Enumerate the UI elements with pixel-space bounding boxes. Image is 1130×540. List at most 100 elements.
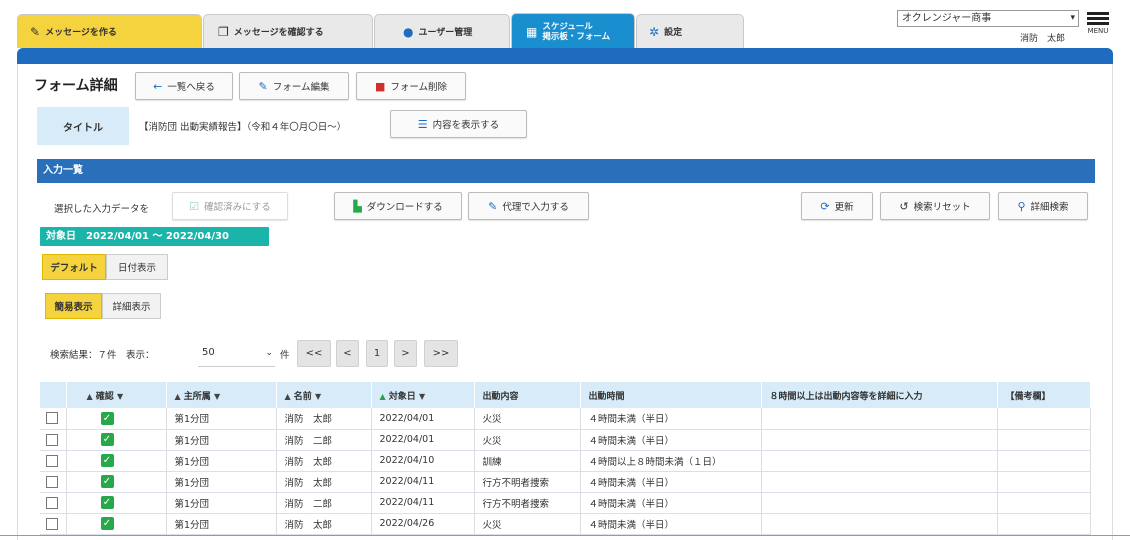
content-cell: 火災 — [474, 513, 581, 535]
content-cell: 火災 — [474, 408, 581, 430]
header-note8: ８時間以上は出動内容等を詳細に入力 — [761, 382, 998, 408]
date-cell: 2022/04/11 — [371, 471, 475, 493]
sort-asc-icon: ▲ — [86, 391, 93, 401]
per-page-value: 50 — [202, 347, 215, 358]
date-range-badge: 対象日 2022/04/01 ～ 2022/04/30 — [40, 227, 269, 246]
tab-label-line2: 掲示板・フォーム — [542, 31, 611, 42]
menu-button[interactable]: MENU — [1083, 10, 1113, 44]
header-confirm-label: 確認 — [95, 391, 114, 402]
header-name[interactable]: ▲ 名前 ▼ — [276, 382, 372, 408]
row-checkbox[interactable] — [46, 433, 58, 446]
button-label: フォーム編集 — [272, 82, 330, 93]
page-number-button[interactable]: 1 — [366, 340, 388, 367]
remarks-cell — [997, 429, 1091, 451]
sort-desc-icon: ▼ — [418, 391, 426, 401]
main-content: フォーム詳細 ← 一覧へ戻る ✎ フォーム編集 ■ フォーム削除 タイトル 【消… — [17, 64, 1113, 540]
row-checkbox[interactable] — [46, 517, 58, 530]
confirm-cell: ✓ — [66, 513, 167, 535]
name-cell: 消防 太郎 — [276, 471, 372, 493]
advanced-search-button[interactable]: ⚲ 詳細検索 — [998, 192, 1088, 220]
tab-settings[interactable]: ✲ 設定 — [636, 14, 744, 48]
header-time: 出動時間 — [580, 382, 762, 408]
checked-icon[interactable]: ✓ — [100, 496, 114, 509]
gear-icon: ✲ — [649, 24, 660, 39]
row-checkbox[interactable] — [46, 412, 58, 425]
table-row: ✓ 第1分団 消防 太郎 2022/04/01 火災 ４時間未満（半日） — [40, 408, 1091, 430]
header-confirm[interactable]: ▲ 確認 ▼ — [66, 382, 167, 408]
view-default-toggle[interactable]: デフォルト — [42, 254, 106, 280]
show-content-button[interactable]: ☰ 内容を表示する — [390, 110, 527, 138]
pencil-icon: ✎ — [258, 79, 268, 93]
checked-icon[interactable]: ✓ — [100, 517, 114, 530]
header-affiliation-label: 主所属 — [183, 391, 211, 402]
view-date-toggle[interactable]: 日付表示 — [106, 254, 168, 280]
back-to-list-button[interactable]: ← 一覧へ戻る — [135, 72, 233, 100]
user-icon: ● — [403, 24, 414, 39]
page-next-button[interactable]: > — [394, 340, 417, 367]
button-label: 内容を表示する — [432, 120, 500, 131]
tab-label: メッセージを作る — [45, 28, 117, 38]
undo-icon: ↺ — [899, 199, 909, 213]
sort-desc-icon: ▼ — [116, 391, 124, 401]
proxy-input-button[interactable]: ✎ 代理で入力する — [468, 192, 589, 220]
affiliation-cell: 第1分団 — [166, 492, 277, 514]
tab-compose-message[interactable]: ✎ メッセージを作る — [17, 14, 202, 48]
header-content: 出動内容 — [474, 382, 581, 408]
sort-asc-icon: ▲ — [284, 391, 291, 401]
app-window: ✎ メッセージを作る ❐ メッセージを確認する ● ユーザー管理 ▦ スケジュー… — [0, 0, 1130, 540]
download-button[interactable]: ▙ ダウンロードする — [334, 192, 462, 220]
row-checkbox[interactable] — [46, 496, 58, 509]
content-cell: 火災 — [474, 429, 581, 451]
affiliation-cell: 第1分団 — [166, 513, 277, 535]
search-result-count: 検索結果：７件 表示： — [50, 350, 155, 361]
pencil-icon: ✎ — [488, 199, 498, 213]
checked-icon[interactable]: ✓ — [100, 433, 114, 446]
list-icon: ☰ — [417, 117, 428, 131]
edit-form-button[interactable]: ✎ フォーム編集 — [239, 72, 349, 100]
button-label: フォーム削除 — [390, 82, 448, 93]
note8-cell — [761, 450, 998, 472]
checked-icon[interactable]: ✓ — [100, 454, 114, 467]
detail-view-toggle[interactable]: 詳細表示 — [102, 293, 161, 319]
affiliation-cell: 第1分団 — [166, 408, 277, 430]
simple-view-toggle[interactable]: 簡易表示 — [45, 293, 102, 319]
search-reset-button[interactable]: ↺ 検索リセット — [880, 192, 990, 220]
excel-file-icon: ▙ — [353, 199, 362, 213]
confirm-cell: ✓ — [66, 408, 167, 430]
row-checkbox[interactable] — [46, 475, 58, 488]
button-label: 確認済みにする — [204, 202, 271, 213]
confirm-cell: ✓ — [66, 450, 167, 472]
tab-label: ユーザー管理 — [418, 28, 473, 38]
table-row: ✓ 第1分団 消防 二郎 2022/04/11 行方不明者捜索 ４時間未満（半日… — [40, 492, 1091, 514]
mark-confirmed-button[interactable]: ☑ 確認済みにする — [172, 192, 288, 220]
time-cell: ４時間未満（半日） — [580, 408, 762, 430]
organization-select[interactable]: オクレンジャー商事 ▾ — [897, 10, 1079, 27]
tab-confirm-message[interactable]: ❐ メッセージを確認する — [203, 14, 373, 48]
top-navigation: ✎ メッセージを作る ❐ メッセージを確認する ● ユーザー管理 ▦ スケジュー… — [0, 0, 1130, 64]
checked-icon[interactable]: ✓ — [100, 475, 114, 488]
delete-form-button[interactable]: ■ フォーム削除 — [356, 72, 466, 100]
remarks-cell — [997, 471, 1091, 493]
tab-schedule[interactable]: ▦ スケジュール 掲示板・フォーム — [511, 13, 635, 49]
per-page-select[interactable]: 50 ⌄ — [198, 339, 275, 367]
table-row: ✓ 第1分団 消防 太郎 2022/04/26 火災 ４時間未満（半日） — [40, 513, 1091, 535]
header-date-label: 対象日 — [388, 391, 416, 402]
tab-user-management[interactable]: ● ユーザー管理 — [374, 14, 510, 48]
header-date[interactable]: ▲ 対象日 ▼ — [371, 382, 475, 408]
row-select-cell — [40, 471, 67, 493]
button-label: 詳細検索 — [1030, 202, 1069, 213]
name-cell: 消防 太郎 — [276, 450, 372, 472]
page-first-button[interactable]: << — [297, 340, 331, 367]
row-checkbox[interactable] — [46, 454, 58, 467]
page-last-button[interactable]: >> — [424, 340, 458, 367]
button-label: 更新 — [834, 202, 854, 213]
header-affiliation[interactable]: ▲ 主所属 ▼ — [166, 382, 277, 408]
refresh-icon: ⟳ — [820, 199, 830, 213]
page-prev-button[interactable]: < — [336, 340, 359, 367]
title-label: タイトル — [37, 107, 129, 145]
note8-cell — [761, 513, 998, 535]
refresh-button[interactable]: ⟳ 更新 — [801, 192, 873, 220]
button-label: ダウンロードする — [366, 202, 443, 213]
checked-icon[interactable]: ✓ — [100, 411, 114, 425]
table-row: ✓ 第1分団 消防 太郎 2022/04/10 訓練 ４時間以上８時間未満（１日… — [40, 450, 1091, 472]
